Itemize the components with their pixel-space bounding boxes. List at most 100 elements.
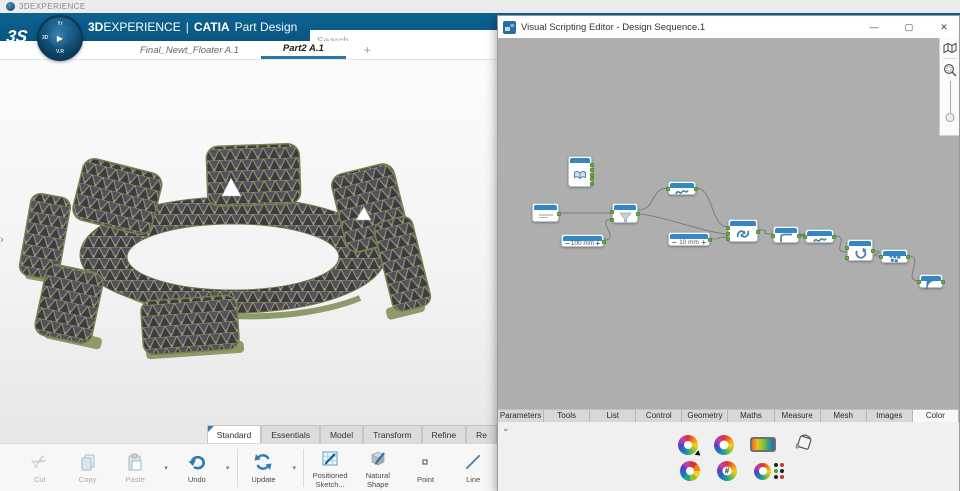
ribbon-tab-model[interactable]: Model	[319, 425, 364, 443]
category-tab-control[interactable]: Control	[636, 409, 683, 422]
zoom-slider[interactable]	[944, 81, 956, 125]
node-port-right[interactable]	[832, 235, 836, 239]
3d-model-ring[interactable]	[0, 60, 497, 425]
undo-button[interactable]: Undo	[173, 450, 221, 484]
graph-node-sweep[interactable]	[726, 219, 760, 242]
zoom-slider-knob[interactable]	[945, 113, 954, 122]
node-port-right[interactable]	[708, 238, 712, 242]
color-wheel-picker-icon[interactable]	[678, 434, 703, 458]
category-tab-mesh[interactable]: Mesh	[820, 409, 867, 422]
node-port-left[interactable]	[771, 233, 775, 238]
node-connection-wire[interactable]	[637, 213, 729, 235]
node-connection-wire[interactable]	[603, 218, 613, 241]
graph-node-read-geometry[interactable]	[568, 156, 594, 187]
compass-south-label[interactable]: V.R	[56, 49, 64, 55]
ribbon-tab-standard[interactable]: Standard	[206, 425, 262, 443]
stepper-plus-button[interactable]: +	[595, 239, 600, 248]
compass-play-icon[interactable]: ▶	[50, 28, 70, 48]
graph-node-corner[interactable]	[771, 226, 801, 243]
node-port-right[interactable]	[636, 212, 640, 216]
line-button[interactable]: Line	[449, 450, 497, 484]
stepper-minus-button[interactable]: −	[672, 238, 677, 247]
compass-north-label[interactable]: Yr	[57, 21, 62, 27]
graph-node-loop[interactable]	[845, 239, 875, 261]
category-tab-measure[interactable]: Measure	[774, 409, 821, 422]
node-port-right[interactable]	[557, 211, 561, 216]
compass-west-label[interactable]: 3D	[42, 35, 48, 41]
node-port-right[interactable]	[797, 233, 801, 238]
3dexperience-compass[interactable]: Yr 3D V.R ▶	[37, 15, 83, 61]
node-port-right[interactable]	[590, 172, 594, 177]
ribbon-tab-re[interactable]: Re	[466, 425, 497, 443]
update-button[interactable]: Update	[240, 450, 288, 484]
node-port-right[interactable]	[871, 249, 875, 253]
graph-node-text-note[interactable]	[532, 203, 561, 222]
gradient-bar-icon[interactable]	[750, 437, 776, 452]
natural-button[interactable]: Natural Shape	[354, 446, 402, 490]
3d-viewport[interactable]: ›	[0, 60, 497, 443]
maximize-button[interactable]: ▢	[894, 16, 924, 38]
dropdown-arrow-icon[interactable]: ▾	[287, 464, 301, 472]
node-port-left[interactable]	[845, 256, 849, 260]
node-port-left[interactable]	[845, 246, 849, 250]
stepper-value[interactable]: 100 mm	[571, 240, 594, 247]
point-button[interactable]: Point	[402, 450, 450, 484]
graph-node-curve-a[interactable]	[666, 181, 698, 195]
ribbon-tab-refine[interactable]: Refine	[421, 425, 467, 443]
node-port-left[interactable]	[803, 235, 807, 239]
dropdown-arrow-icon[interactable]: ▾	[221, 464, 235, 472]
node-port-left[interactable]	[610, 218, 614, 222]
panel-expander-chevron-icon[interactable]: ›	[0, 234, 4, 246]
node-port-right[interactable]	[590, 182, 594, 186]
vse-titlebar[interactable]: Visual Scripting Editor - Design Sequenc…	[498, 16, 959, 38]
graph-node-mesh[interactable]	[879, 249, 910, 263]
graph-node-curve-b[interactable]	[803, 229, 836, 243]
node-port-right[interactable]	[694, 187, 698, 191]
node-port-right[interactable]	[590, 163, 594, 167]
dropdown-arrow-icon[interactable]: ▾	[159, 464, 173, 472]
new-tab-button[interactable]: +	[346, 41, 389, 59]
doc-tab[interactable]: Part2 A.1	[260, 41, 346, 59]
node-port-right[interactable]	[906, 255, 910, 259]
doc-tab[interactable]: Final_Newt_Floater A.1	[118, 41, 261, 59]
node-port-right[interactable]	[602, 239, 606, 244]
ribbon-tab-essentials[interactable]: Essentials	[261, 425, 320, 443]
category-tab-images[interactable]: Images	[866, 409, 913, 422]
color-wheel-icon[interactable]	[714, 434, 734, 455]
stepper-plus-button[interactable]: +	[701, 238, 706, 247]
node-connection-wire[interactable]	[695, 187, 729, 228]
graph-node-length-10[interactable]: −10 mm +	[668, 232, 712, 247]
color-wheel-segments-icon[interactable]	[680, 461, 700, 481]
node-port-left[interactable]	[879, 255, 883, 259]
node-port-right[interactable]	[941, 280, 945, 284]
node-graph-canvas[interactable]: −100 mm + −10 mm +	[498, 38, 959, 409]
node-port-left[interactable]	[726, 237, 730, 241]
graph-node-output[interactable]	[917, 274, 945, 290]
category-tab-tools[interactable]: Tools	[544, 409, 591, 422]
node-port-left[interactable]	[917, 280, 921, 284]
palette-collapse-chevron-icon[interactable]: ⌄	[502, 423, 510, 434]
color-harmony-icon[interactable]	[754, 462, 785, 480]
node-port-left[interactable]	[610, 210, 614, 214]
category-tab-geometry[interactable]: Geometry	[682, 409, 729, 422]
close-button[interactable]: ✕	[929, 16, 959, 38]
node-port-right[interactable]	[756, 229, 760, 234]
node-connection-wire[interactable]	[907, 255, 920, 282]
stepper-minus-button[interactable]: −	[565, 239, 570, 248]
category-tab-color[interactable]: Color	[912, 409, 959, 422]
ribbon-tab-transform[interactable]: Transform	[363, 425, 422, 443]
node-port-right[interactable]	[590, 167, 594, 172]
zoom-select-icon[interactable]	[943, 63, 957, 77]
node-port-left[interactable]	[726, 226, 730, 230]
graph-node-length-100[interactable]: −100 mm +	[561, 234, 606, 248]
category-tab-parameters[interactable]: Parameters	[498, 409, 545, 422]
category-tab-maths[interactable]: Maths	[728, 409, 775, 422]
stepper-value[interactable]: 10 mm	[679, 239, 699, 246]
category-tab-list[interactable]: List	[590, 409, 637, 422]
positioned-button[interactable]: Positioned Sketch...	[306, 446, 354, 490]
node-port-left[interactable]	[666, 187, 670, 191]
graph-node-filter[interactable]	[610, 203, 640, 223]
color-wheel-hash-icon[interactable]: #	[717, 461, 737, 481]
node-port-left[interactable]	[726, 231, 730, 236]
node-connection-wire[interactable]	[637, 187, 669, 211]
